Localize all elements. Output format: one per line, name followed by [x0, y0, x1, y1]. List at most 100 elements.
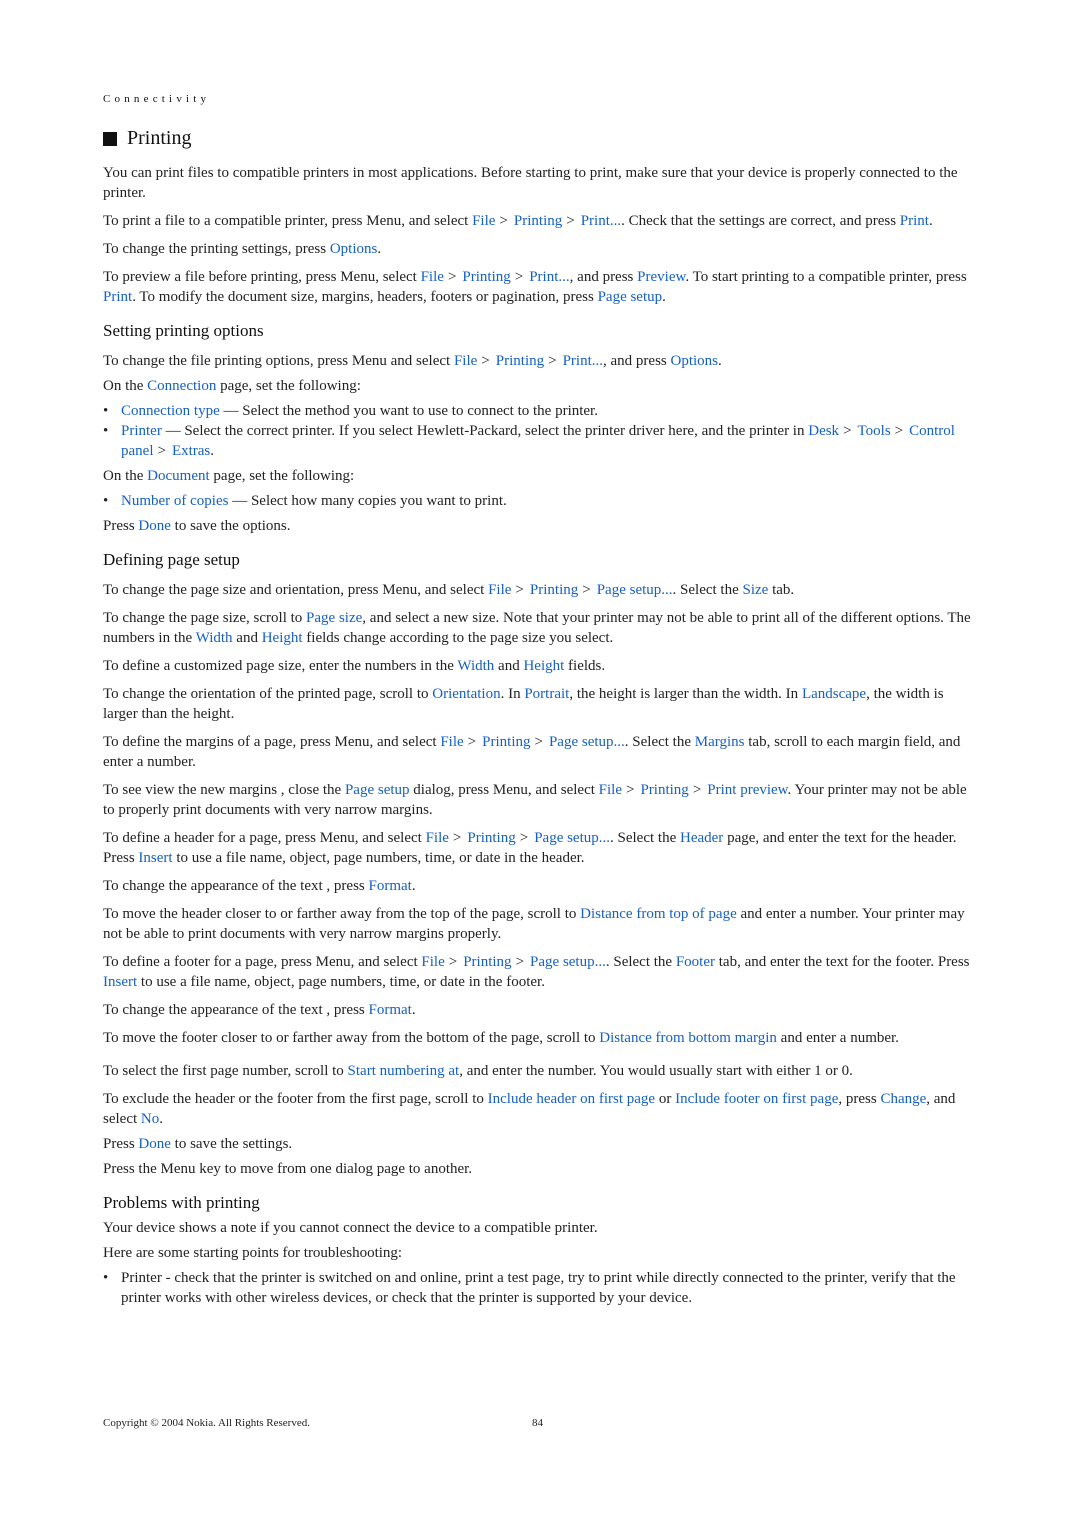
link-page-setup[interactable]: Page setup [598, 289, 663, 305]
link-format[interactable]: Format [369, 878, 412, 894]
link-printing[interactable]: Printing [514, 213, 562, 229]
connection-page-intro: On the Connection page, set the followin… [103, 378, 361, 394]
exclude-header-footer-instructions: To exclude the header or the footer from… [103, 1091, 956, 1127]
header-instructions: To define a header for a page, press Men… [103, 830, 957, 866]
heading-problems-with-printing: Problems with printing [103, 1193, 260, 1212]
link-done[interactable]: Done [138, 518, 171, 534]
link-number-of-copies[interactable]: Number of copies [121, 493, 228, 509]
link-connection-type[interactable]: Connection type [121, 403, 220, 419]
settings-instructions: To change the printing settings, press O… [103, 241, 382, 257]
page-size-orientation-instructions: To change the page size and orientation,… [103, 582, 795, 598]
document-page-intro: On the Document page, set the following: [103, 468, 355, 484]
footer-format-instructions: To change the appearance of the text , p… [103, 1002, 416, 1018]
link-page-setup[interactable]: Page setup [345, 782, 410, 798]
save-settings-instruction: Press Done to save the settings. [103, 1136, 293, 1152]
link-include-footer-first-page[interactable]: Include footer on first page [675, 1091, 838, 1107]
custom-size-instructions: To define a customized page size, enter … [103, 658, 606, 674]
link-print-command[interactable]: Print [103, 289, 132, 305]
link-page-setup[interactable]: Page setup... [549, 734, 625, 750]
page-title: Printing [127, 127, 192, 149]
link-printing[interactable]: Printing [467, 830, 515, 846]
link-orientation[interactable]: Orientation [432, 686, 500, 702]
page-size-instructions: To change the page size, scroll to Page … [103, 610, 971, 646]
header-format-instructions: To change the appearance of the text , p… [103, 878, 416, 894]
menu-key-instruction: Press the Menu key to move from one dial… [103, 1161, 473, 1177]
link-landscape[interactable]: Landscape [802, 686, 866, 702]
link-done[interactable]: Done [138, 1136, 171, 1152]
connection-options-list: Connection type — Select the method you … [103, 401, 981, 461]
link-file[interactable]: File [426, 830, 449, 846]
view-margins-instructions: To see view the new margins , close the … [103, 782, 967, 818]
link-file[interactable]: File [472, 213, 495, 229]
troubleshooting-list: Printer - check that the printer is swit… [103, 1268, 981, 1308]
link-distance-from-bottom[interactable]: Distance from bottom margin [599, 1030, 777, 1046]
link-insert[interactable]: Insert [103, 974, 137, 990]
troubleshooting-intro: Here are some starting points for troubl… [103, 1245, 403, 1261]
link-start-numbering-at[interactable]: Start numbering at [348, 1063, 460, 1079]
link-include-header-first-page[interactable]: Include header on first page [488, 1091, 655, 1107]
link-printing[interactable]: Printing [640, 782, 688, 798]
link-desk[interactable]: Desk [808, 423, 839, 439]
link-header[interactable]: Header [680, 830, 723, 846]
header-distance-instructions: To move the header closer to or farther … [103, 906, 965, 942]
link-printing[interactable]: Printing [463, 954, 511, 970]
link-page-setup[interactable]: Page setup... [597, 582, 673, 598]
link-print[interactable]: Print... [529, 269, 569, 285]
link-print[interactable]: Print... [581, 213, 621, 229]
link-size[interactable]: Size [743, 582, 769, 598]
link-file[interactable]: File [454, 353, 477, 369]
link-print[interactable]: Print... [563, 353, 603, 369]
print-instructions: To print a file to a compatible printer,… [103, 213, 933, 229]
link-options[interactable]: Options [671, 353, 719, 369]
link-portrait[interactable]: Portrait [524, 686, 569, 702]
link-options[interactable]: Options [330, 241, 378, 257]
list-item: Connection type — Select the method you … [103, 401, 981, 421]
link-document[interactable]: Document [147, 468, 209, 484]
link-printer[interactable]: Printer [121, 423, 162, 439]
link-preview[interactable]: Preview [637, 269, 685, 285]
page-number: 84 [532, 1417, 543, 1429]
link-file[interactable]: File [599, 782, 622, 798]
link-no[interactable]: No [141, 1111, 159, 1127]
square-bullet-icon [103, 131, 117, 146]
link-connection[interactable]: Connection [147, 378, 216, 394]
page-title-row: Printing [103, 127, 191, 150]
link-extras[interactable]: Extras [172, 443, 210, 459]
content: You can print files to compatible printe… [103, 163, 981, 1313]
link-printing[interactable]: Printing [530, 582, 578, 598]
margins-instructions: To define the margins of a page, press M… [103, 734, 961, 770]
problems-note: Your device shows a note if you cannot c… [103, 1220, 598, 1236]
link-change[interactable]: Change [880, 1091, 926, 1107]
link-page-setup[interactable]: Page setup... [530, 954, 606, 970]
footer-distance-instructions: To move the footer closer to or farther … [103, 1030, 899, 1046]
link-printing[interactable]: Printing [496, 353, 544, 369]
orientation-instructions: To change the orientation of the printed… [103, 686, 944, 722]
link-height[interactable]: Height [262, 630, 303, 646]
link-page-setup[interactable]: Page setup... [534, 830, 610, 846]
list-item: Printer — Select the correct printer. If… [103, 421, 981, 461]
link-printing[interactable]: Printing [462, 269, 510, 285]
link-width[interactable]: Width [196, 630, 233, 646]
link-margins[interactable]: Margins [695, 734, 745, 750]
link-page-size[interactable]: Page size [306, 610, 362, 626]
link-height[interactable]: Height [523, 658, 564, 674]
link-print-preview[interactable]: Print preview [707, 782, 787, 798]
link-tools[interactable]: Tools [858, 423, 891, 439]
link-width[interactable]: Width [457, 658, 494, 674]
link-file[interactable]: File [421, 954, 444, 970]
heading-setting-printing-options: Setting printing options [103, 321, 264, 340]
link-insert[interactable]: Insert [138, 850, 172, 866]
link-format[interactable]: Format [369, 1002, 412, 1018]
link-printing[interactable]: Printing [482, 734, 530, 750]
preview-instructions: To preview a file before printing, press… [103, 269, 967, 305]
link-footer[interactable]: Footer [676, 954, 715, 970]
options-instructions: To change the file printing options, pre… [103, 353, 722, 369]
link-file[interactable]: File [488, 582, 511, 598]
intro-paragraph: You can print files to compatible printe… [103, 165, 958, 201]
document-options-list: Number of copies — Select how many copie… [103, 491, 981, 511]
link-file[interactable]: File [421, 269, 444, 285]
link-print-command[interactable]: Print [900, 213, 929, 229]
start-numbering-instructions: To select the first page number, scroll … [103, 1063, 853, 1079]
link-file[interactable]: File [440, 734, 463, 750]
link-distance-from-top[interactable]: Distance from top of page [580, 906, 737, 922]
